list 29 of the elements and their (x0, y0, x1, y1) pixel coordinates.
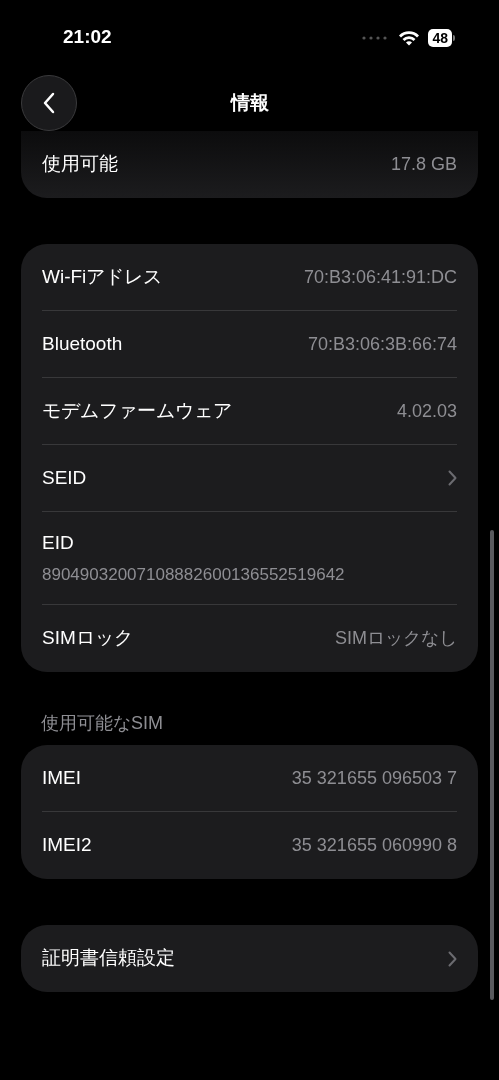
row-value: 35 321655 096503 7 (291, 766, 457, 790)
chevron-icon (448, 470, 457, 486)
row-label: SIMロック (42, 626, 133, 651)
battery-level: 48 (428, 28, 452, 47)
row-value: 17.8 GB (390, 153, 457, 176)
row-value: 89049032007108882600136552519642 (42, 563, 346, 586)
back-button[interactable] (21, 75, 77, 131)
chevron-icon (448, 950, 457, 967)
row-value: SIMロックなし (335, 627, 457, 650)
settings-row[interactable]: SEID (42, 445, 457, 512)
nav-title: 情報 (230, 90, 269, 115)
row-label: SEID (42, 465, 87, 490)
row-label: モデムファームウェア (42, 398, 232, 423)
row-value: 4.02.03 (396, 399, 457, 423)
row-value: 70:B3:06:41:91:DC (303, 265, 457, 289)
row-label: Wi-Fiアドレス (42, 264, 163, 289)
row-value: 70:B3:06:3B:66:74 (307, 332, 457, 356)
wifi-icon (398, 29, 421, 46)
status-time: 21:02 (63, 25, 112, 50)
section-header: 使用可能なSIM (41, 713, 163, 733)
row-label: 使用可能 (42, 152, 118, 177)
row-label: EID (42, 531, 75, 555)
row-label: 証明書信頼設定 (42, 946, 175, 971)
row-value: 35 321655 060990 8 (291, 834, 457, 857)
settings-row[interactable]: 証明書信頼設定 (42, 925, 457, 992)
row-label: IMEI (42, 765, 82, 790)
row-label: Bluetooth (42, 331, 123, 356)
row-label: IMEI2 (42, 833, 92, 858)
back-icon (43, 92, 55, 114)
